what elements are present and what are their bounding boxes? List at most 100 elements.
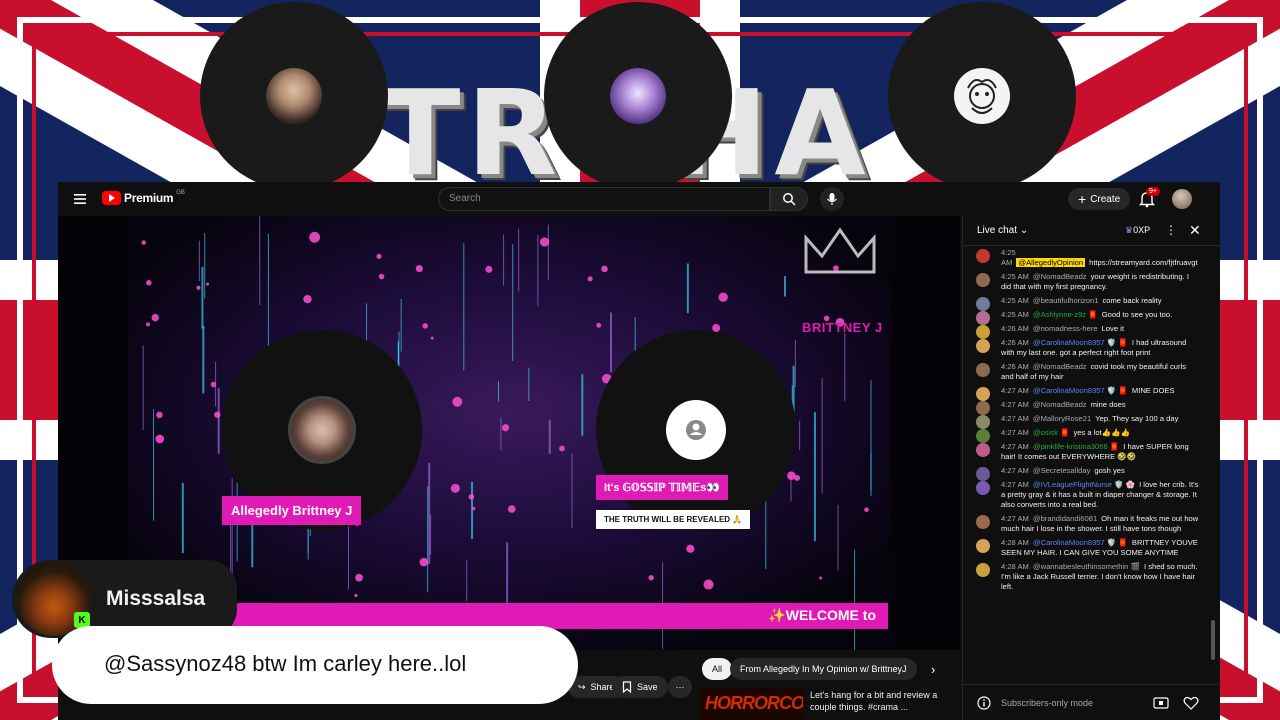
- chat-author-name[interactable]: @wannabesleuthinsomethin 🎬: [1033, 562, 1140, 571]
- chat-message[interactable]: 4:27 AM @pinklife-kristina3066 🧧 I have SU…: [963, 440, 1207, 464]
- chat-author-name[interactable]: @AllegedlyOpinion: [1016, 258, 1086, 267]
- sparkle: [151, 313, 160, 322]
- chat-message[interactable]: 4:26 AM @CarolinaMoon8357 🛡️ 🧧 I had ultra…: [963, 336, 1207, 360]
- chat-message[interactable]: 4:25 AM @AllegedlyOpinion https://streamya…: [963, 246, 1207, 270]
- filter-chip-channel[interactable]: From Allegedly In My Opinion w/ Brittney…: [730, 658, 917, 680]
- chat-message[interactable]: 4:27 AM @IVLeagueFlightNurse 🛡️ 🌸 I love h…: [963, 478, 1207, 512]
- bookmark-icon: [622, 681, 632, 693]
- chat-message[interactable]: 4:25 AM @beautifulhorizon1 come back reali…: [963, 294, 1207, 311]
- sparkle: [419, 557, 429, 567]
- more-actions-button[interactable]: ···: [668, 676, 692, 698]
- brand-text: BRITTNEY J: [802, 320, 883, 335]
- crown-small-icon: ♛: [1125, 225, 1134, 235]
- chat-author-name[interactable]: @IVLeagueFlightNurse 🛡️ 🌸: [1033, 480, 1135, 489]
- chat-message[interactable]: 4:27 AM @MalloryRose21 Yep. They say 100 a…: [963, 412, 1207, 429]
- youtube-logo[interactable]: Premium GB: [102, 190, 185, 205]
- chat-message[interactable]: 4:26 AM @nomadness-here Love it: [963, 322, 1207, 339]
- chat-author-avatar[interactable]: [976, 563, 990, 577]
- chat-message[interactable]: 4:27 AM @Secretesallday gosh yes: [963, 464, 1207, 481]
- chat-message[interactable]: 4:25 AM @NomadBeadz your weight is redistr…: [963, 270, 1207, 294]
- chat-author-avatar[interactable]: [976, 273, 990, 287]
- chat-author-avatar[interactable]: [976, 515, 990, 529]
- chevron-right-icon[interactable]: ›: [931, 662, 935, 677]
- chat-header: Live chat ⌄ ♛0XP ⋮ ✕: [963, 216, 1221, 246]
- sparkle: [587, 276, 593, 282]
- save-label: Save: [637, 682, 658, 692]
- overlay-message-text: @Sassynoz48 btw Im carley here..lol: [104, 651, 467, 676]
- guest-circle-2[interactable]: [544, 2, 732, 190]
- chat-author-name[interactable]: @pinklife-kristina3066 🧧: [1033, 442, 1119, 451]
- sparkle: [214, 411, 221, 418]
- sparkle: [686, 544, 695, 553]
- chat-scroll-thumb[interactable]: [1211, 620, 1215, 660]
- superchat-icon[interactable]: [1153, 696, 1169, 710]
- chat-author-avatar[interactable]: [976, 443, 990, 457]
- guest-circle-1[interactable]: [200, 2, 388, 190]
- chat-author-avatar[interactable]: [976, 481, 990, 495]
- chat-author-name[interactable]: @nomadness-here: [1033, 324, 1098, 333]
- guest-circle-3[interactable]: [888, 2, 1076, 190]
- welcome-text: ✨WELCOME to: [768, 607, 876, 623]
- speaker-name-tag-2: It's 𝔾𝕆𝕊𝕊𝕀ℙ 𝕋𝕀𝕄𝔼s👀: [596, 475, 728, 500]
- chat-timestamp: 4:26 AM: [1001, 324, 1029, 333]
- chat-timestamp: 4:25 AM: [1001, 310, 1029, 319]
- chat-scrollbar[interactable]: [1207, 246, 1219, 684]
- voice-search-button[interactable]: [820, 187, 844, 211]
- recommended-thumbnail[interactable]: HORRORCOW: [699, 687, 803, 720]
- chat-message[interactable]: 4:27 AM @osisk 🧧 yes a lot👍👍👍: [963, 426, 1207, 443]
- chat-author-avatar[interactable]: [976, 539, 990, 553]
- search-button[interactable]: [770, 187, 808, 211]
- search-input[interactable]: Search: [438, 187, 770, 211]
- chat-title[interactable]: Live chat ⌄: [977, 225, 1028, 236]
- chat-author-name[interactable]: @NomadBeadz: [1033, 400, 1087, 409]
- chat-message[interactable]: 4:28 AM @wannabesleuthinsomethin 🎬 I shed …: [963, 560, 1207, 594]
- chat-message[interactable]: 4:27 AM @CarolinaMoon8357 🛡️ 🧧 MINE DOES: [963, 384, 1207, 401]
- account-avatar[interactable]: [1172, 189, 1192, 209]
- filter-chip-all[interactable]: All: [702, 658, 733, 680]
- sparkle: [703, 579, 714, 590]
- info-icon[interactable]: [977, 696, 991, 710]
- sparkle: [354, 593, 358, 598]
- chat-author-name[interactable]: @CarolinaMoon8357 🛡️ 🧧: [1033, 386, 1128, 395]
- chat-author-name[interactable]: @beautifulhorizon1: [1033, 296, 1099, 305]
- chat-author-name[interactable]: @CarolinaMoon8357 🛡️ 🧧: [1033, 538, 1128, 547]
- chat-message[interactable]: 4:26 AM @NomadBeadz covid took my beautifu…: [963, 360, 1207, 384]
- chat-author-name[interactable]: @brandidandi6081: [1033, 514, 1097, 523]
- chat-author-name[interactable]: @osisk 🧧: [1033, 428, 1070, 437]
- sparkle: [539, 237, 550, 247]
- chat-message[interactable]: 4:27 AM @brandidandi6081 Oh man it freaks …: [963, 512, 1207, 536]
- chat-message[interactable]: 4:27 AM @NomadBeadz mine does: [963, 398, 1207, 415]
- chat-message[interactable]: 4:28 AM @CarolinaMoon8357 🛡️ 🧧 BRITTNEY YO…: [963, 536, 1207, 560]
- chat-timestamp: 4:25 AM: [1001, 248, 1016, 267]
- sparkle: [601, 265, 608, 273]
- heart-icon[interactable]: [1183, 696, 1199, 710]
- sparkle: [468, 494, 475, 500]
- chat-author-name[interactable]: @NomadBeadz: [1033, 272, 1087, 281]
- chat-timestamp: 4:28 AM: [1001, 562, 1029, 571]
- speaker-name-tag-1: Allegedly Brittney J: [222, 496, 362, 525]
- chat-author-avatar[interactable]: [976, 339, 990, 353]
- chat-message-list[interactable]: 4:25 AM @AllegedlyOpinion https://streamya…: [963, 246, 1207, 684]
- speaker-subtitle-2: THE TRUTH WILL BE REVEALED 🙏: [596, 510, 751, 529]
- chat-author-name[interactable]: @MalloryRose21: [1033, 414, 1091, 423]
- sparkle: [430, 336, 434, 340]
- chat-author-name[interactable]: @Secretesallday: [1033, 466, 1091, 475]
- menu-icon[interactable]: [72, 191, 88, 207]
- chat-message[interactable]: 4:25 AM @Ashlynne-z9z 🧧 Good to see you to…: [963, 308, 1207, 325]
- xp-badge[interactable]: ♛0XP: [1125, 225, 1150, 236]
- save-button[interactable]: Save: [612, 676, 668, 698]
- chat-author-name[interactable]: @Ashlynne-z9z 🧧: [1033, 310, 1098, 319]
- chat-input-placeholder[interactable]: Subscribers-only mode: [1001, 698, 1093, 708]
- sparkle: [452, 396, 463, 407]
- create-button[interactable]: + Create: [1068, 188, 1131, 210]
- chat-author-avatar[interactable]: [976, 249, 990, 263]
- chat-more-icon[interactable]: ⋮: [1165, 223, 1177, 237]
- chat-author-name[interactable]: @NomadBeadz: [1033, 362, 1087, 371]
- chat-author-name[interactable]: @CarolinaMoon8357 🛡️ 🧧: [1033, 338, 1128, 347]
- sparkle: [485, 265, 493, 273]
- chevron-down-icon: ⌄: [1019, 225, 1029, 236]
- chat-author-avatar[interactable]: [976, 363, 990, 377]
- recommended-title[interactable]: Let's hang for a bit and review a couple…: [810, 689, 942, 713]
- sparkle: [205, 282, 210, 286]
- close-icon[interactable]: ✕: [1189, 222, 1201, 239]
